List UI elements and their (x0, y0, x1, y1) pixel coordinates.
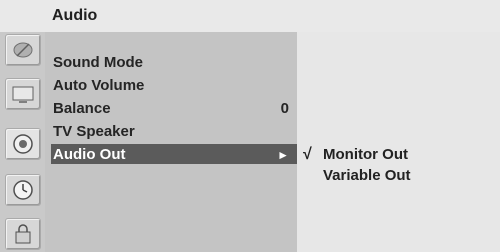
menu-item-tv-speaker[interactable]: TV Speaker (51, 121, 297, 141)
menu-item-label: TV Speaker (53, 123, 135, 140)
tv-screen-icon (12, 86, 34, 103)
menu-item-label: Balance (53, 100, 111, 117)
clock-icon (13, 180, 33, 200)
audio-menu-button[interactable] (5, 128, 41, 160)
page-title: Audio (52, 7, 98, 24)
menu-item-auto-volume[interactable]: Auto Volume (51, 75, 297, 95)
audio-menu: Sound Mode Auto Volume Balance 0 TV Spea… (45, 32, 297, 252)
menu-item-balance[interactable]: Balance 0 (51, 98, 297, 118)
picture-menu-button[interactable] (5, 78, 41, 110)
menu-item-label: Auto Volume (53, 77, 145, 94)
menu-icon-column (0, 32, 46, 252)
submenu-arrow-icon: ► (277, 148, 289, 162)
audio-menu-screen: Audio Sound Mode Auto Volume Balance 0 T… (0, 0, 500, 252)
balance-value: 0 (280, 100, 289, 117)
satellite-menu-button[interactable] (5, 34, 41, 66)
menu-item-label: Audio Out (53, 146, 126, 163)
lock-menu-button[interactable] (5, 218, 41, 250)
check-mark-icon: √ (303, 146, 312, 163)
title-bar: Audio (0, 0, 500, 32)
menu-item-audio-out[interactable]: Audio Out ► (51, 144, 297, 164)
menu-item-label: Sound Mode (53, 54, 143, 71)
option-monitor-out[interactable]: Monitor Out (323, 146, 408, 163)
time-menu-button[interactable] (5, 174, 41, 206)
lock-icon (15, 224, 31, 244)
satellite-icon (13, 42, 33, 58)
speaker-icon (13, 134, 33, 154)
audio-out-submenu: √ Monitor Out Variable Out (297, 32, 500, 252)
option-variable-out[interactable]: Variable Out (323, 167, 411, 184)
menu-item-sound-mode[interactable]: Sound Mode (51, 52, 297, 72)
